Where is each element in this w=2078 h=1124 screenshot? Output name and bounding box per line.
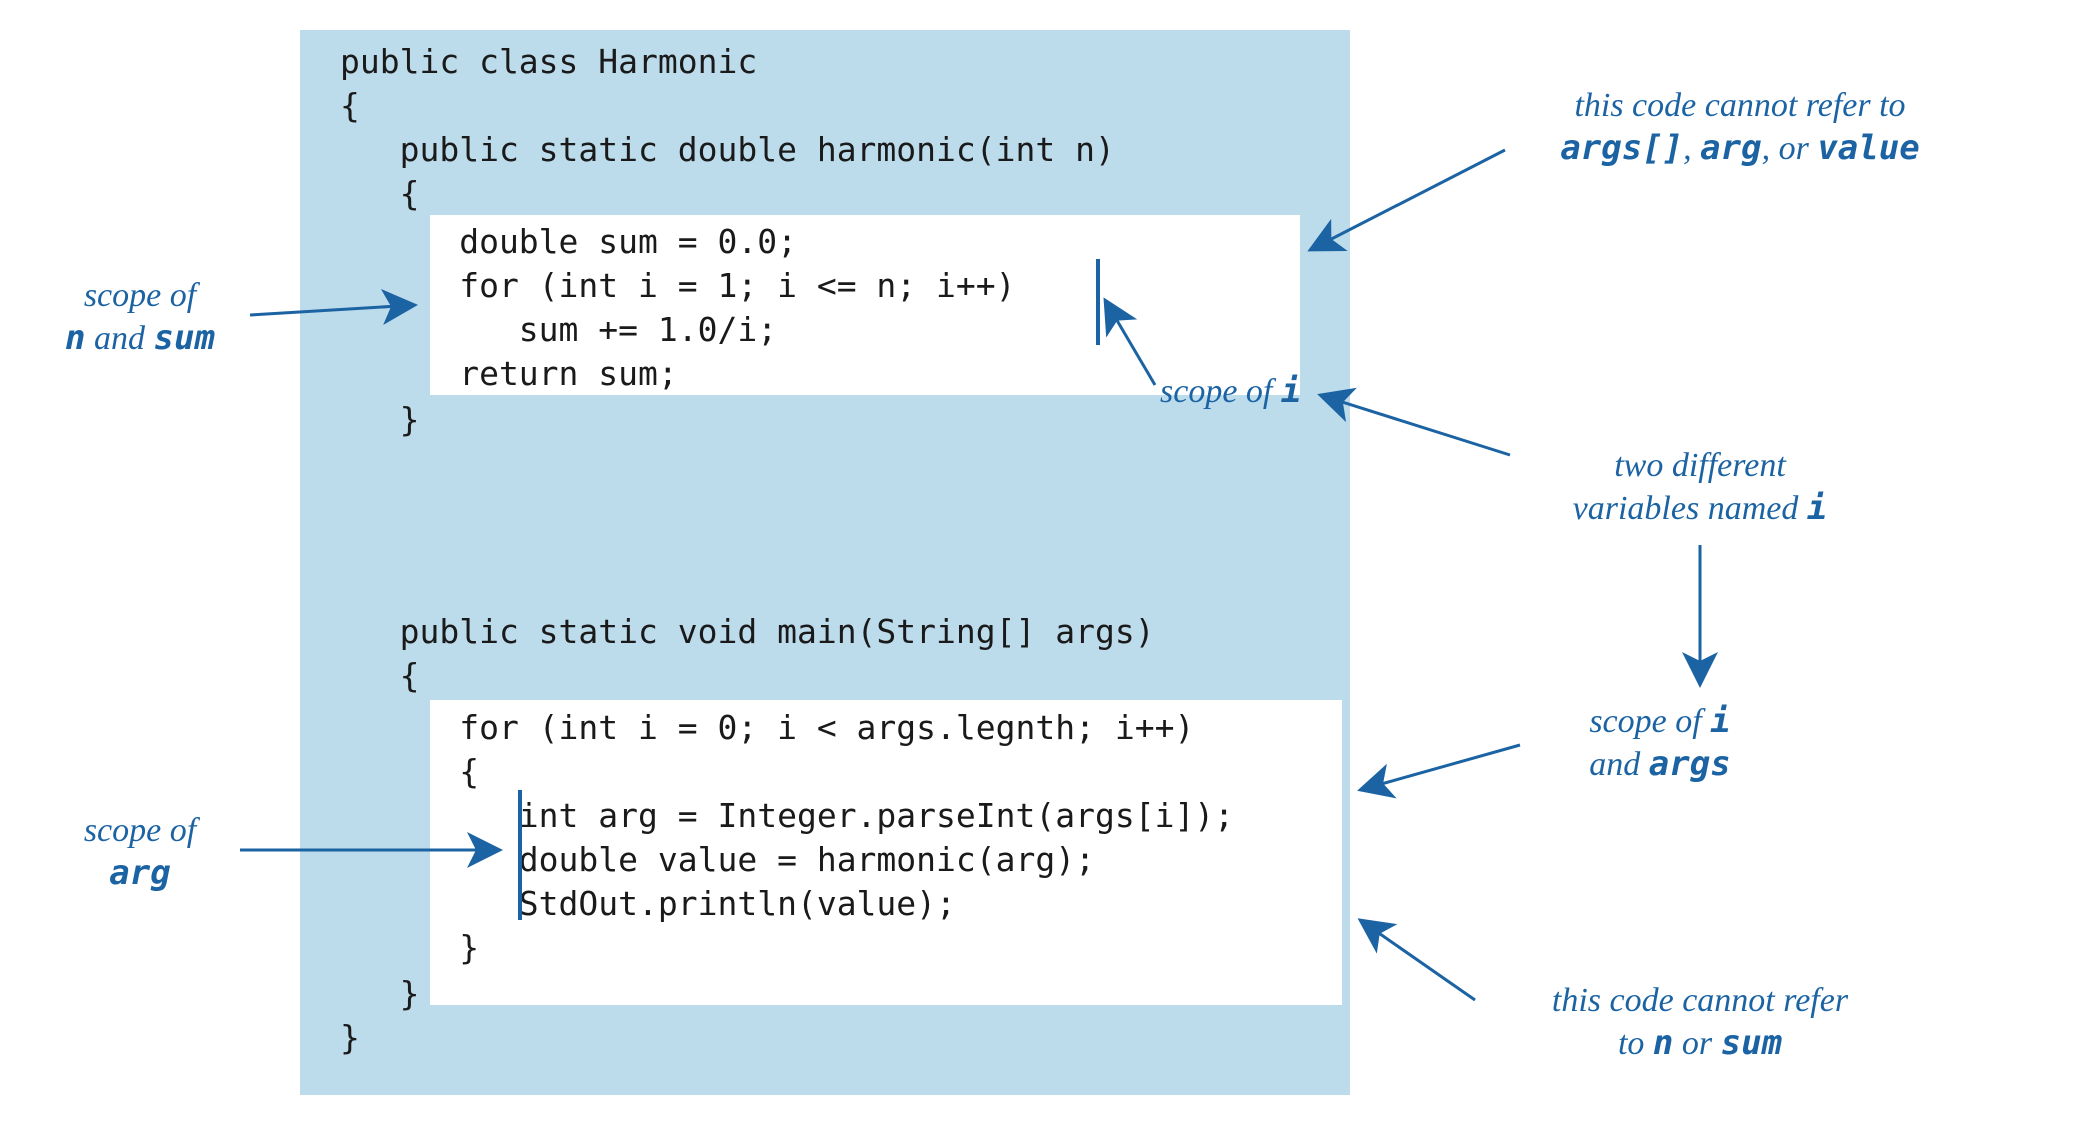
text: , or	[1762, 130, 1818, 167]
code-line: public class Harmonic	[340, 40, 757, 84]
annotation-cannot-n-sum: this code cannot refer to n or sum	[1470, 980, 1930, 1065]
code-line: for (int i = 1; i <= n; i++)	[340, 264, 1016, 308]
text: args[]	[1560, 128, 1683, 168]
annotation-scope-n-sum: scope of n and sum	[30, 275, 250, 360]
text: scope of	[84, 812, 196, 849]
text: and	[86, 320, 154, 357]
code-line: StdOut.println(value);	[340, 882, 956, 926]
text: this code cannot refer to	[1574, 87, 1905, 124]
code-line: public static double harmonic(int n)	[340, 128, 1115, 172]
text: ,	[1683, 130, 1700, 167]
text: n	[65, 318, 85, 358]
annotation-two-i: two different variables named i	[1510, 445, 1890, 530]
annotation-scope-i-args: scope of i and args	[1520, 700, 1800, 786]
text: scope of	[84, 277, 196, 314]
code-line: double value = harmonic(arg);	[340, 838, 1095, 882]
text: or	[1673, 1025, 1720, 1062]
text: i	[1710, 701, 1730, 741]
text: args	[1649, 744, 1731, 784]
text: to	[1618, 1025, 1653, 1062]
text: arg	[1700, 128, 1761, 168]
annotation-scope-i: scope of i	[1160, 370, 1380, 413]
code-line: int arg = Integer.parseInt(args[i]);	[340, 794, 1234, 838]
text: this code cannot refer	[1552, 982, 1848, 1019]
arrow-cannot-n-sum	[1360, 920, 1475, 1000]
text: scope of	[1589, 703, 1710, 740]
annotation-cannot-args: this code cannot refer to args[], arg, o…	[1480, 85, 2000, 170]
code-line: return sum;	[340, 352, 678, 396]
code-line: }	[340, 926, 479, 970]
code-line: }	[340, 972, 419, 1016]
annotation-scope-arg: scope of arg	[50, 810, 230, 895]
text: variables named	[1573, 490, 1807, 527]
arrow-scope-i-args	[1360, 745, 1520, 790]
code-line: double sum = 0.0;	[340, 220, 797, 264]
code-line: }	[340, 1016, 360, 1060]
text: i	[1281, 371, 1301, 411]
text: two different	[1614, 447, 1786, 484]
text: n	[1653, 1023, 1673, 1063]
text: scope of	[1160, 373, 1281, 410]
diagram-stage: public class Harmonic { public static do…	[0, 0, 2078, 1124]
text: sum	[1721, 1023, 1782, 1063]
code-line: }	[340, 398, 419, 442]
code-line: {	[340, 84, 360, 128]
code-line: {	[340, 750, 479, 794]
code-line: sum += 1.0/i;	[340, 308, 777, 352]
text: value	[1817, 128, 1919, 168]
code-line: {	[340, 172, 419, 216]
code-line: {	[340, 654, 419, 698]
text: sum	[154, 318, 215, 358]
text: i	[1807, 488, 1827, 528]
code-line: public static void main(String[] args)	[340, 610, 1155, 654]
text: and	[1589, 746, 1649, 783]
code-line: for (int i = 0; i < args.legnth; i++)	[340, 706, 1194, 750]
text: arg	[109, 853, 170, 893]
